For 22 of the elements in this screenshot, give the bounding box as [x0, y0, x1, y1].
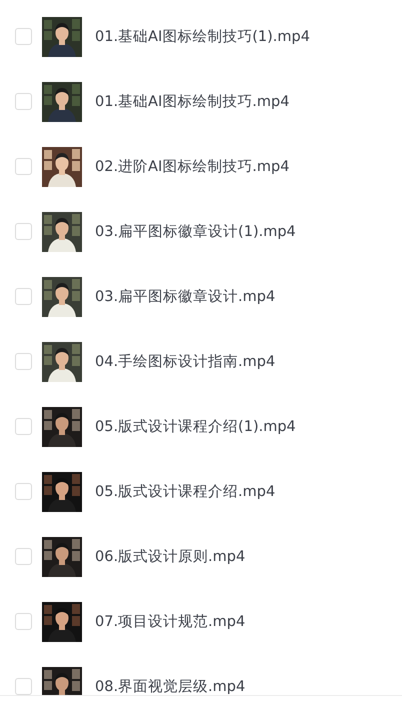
checkbox[interactable] [15, 548, 32, 565]
checkbox[interactable] [15, 28, 32, 45]
checkbox[interactable] [15, 158, 32, 175]
checkbox[interactable] [15, 418, 32, 435]
file-name: 05.版式设计课程介绍.mp4 [95, 483, 276, 501]
checkbox[interactable] [15, 353, 32, 370]
checkbox[interactable] [15, 483, 32, 500]
file-name: 05.版式设计课程介绍(1).mp4 [95, 418, 296, 436]
file-name: 04.手绘图标设计指南.mp4 [95, 352, 276, 371]
file-name: 06.版式设计原则.mp4 [95, 548, 246, 566]
checkbox[interactable] [15, 93, 32, 110]
file-name: 01.基础AI图标绘制技巧(1).mp4 [95, 28, 310, 46]
file-name: 07.项目设计规范.mp4 [95, 613, 246, 631]
file-name: 01.基础AI图标绘制技巧.mp4 [95, 93, 290, 111]
file-name: 02.进阶AI图标绘制技巧.mp4 [95, 158, 290, 176]
checkbox[interactable] [15, 288, 32, 305]
checkbox[interactable] [15, 613, 32, 630]
checkbox[interactable] [15, 678, 32, 695]
file-name: 08.界面视觉层级.mp4 [95, 678, 246, 695]
checkbox[interactable] [15, 223, 32, 240]
file-name: 03.扁平图标徽章设计(1).mp4 [95, 222, 296, 241]
file-name: 03.扁平图标徽章设计.mp4 [95, 288, 276, 306]
